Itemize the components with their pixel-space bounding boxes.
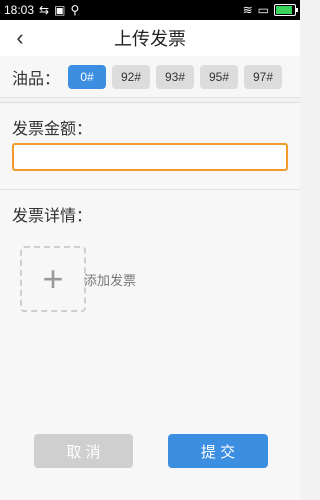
submit-button[interactable]: 提 交 bbox=[168, 434, 268, 468]
status-left: 18:03 ⇆ ▣ ⚲ bbox=[4, 3, 79, 17]
add-invoice-label: 添加发票 bbox=[84, 273, 137, 288]
add-invoice-button[interactable]: + bbox=[20, 246, 86, 312]
cancel-button[interactable]: 取 消 bbox=[34, 434, 133, 468]
grade-93[interactable]: 93# bbox=[156, 64, 195, 89]
oil-label: 油品： bbox=[12, 70, 61, 88]
status-bar: 18:03 ⇆ ▣ ⚲ ≋ ▭ bbox=[0, 0, 300, 20]
image-icon: ▣ bbox=[54, 3, 66, 17]
sim-icon: ▭ bbox=[257, 3, 269, 17]
grade-0[interactable]: 0# bbox=[68, 64, 107, 89]
app-header: ‹ 上传发票 bbox=[0, 20, 300, 57]
usb-icon: ⇆ bbox=[39, 3, 50, 17]
oil-selection: 油品： 0# 92# 93# 95# 97# bbox=[0, 56, 300, 98]
details-label: 发票详情： bbox=[12, 208, 93, 225]
status-right: ≋ ▭ bbox=[242, 3, 298, 17]
amount-section: 发票金额： bbox=[0, 102, 300, 190]
plus-icon: + bbox=[42, 258, 64, 299]
wifi-icon: ≋ bbox=[242, 3, 253, 17]
grade-92[interactable]: 92# bbox=[112, 64, 151, 89]
battery-icon bbox=[274, 4, 298, 16]
page-title: 上传发票 bbox=[114, 29, 186, 49]
grade-97[interactable]: 97# bbox=[244, 64, 283, 89]
status-time: 18:03 bbox=[4, 3, 35, 17]
share-icon: ⚲ bbox=[70, 3, 80, 17]
amount-input[interactable] bbox=[12, 143, 288, 171]
grade-95[interactable]: 95# bbox=[200, 64, 239, 89]
amount-label: 发票金额： bbox=[12, 121, 93, 138]
back-icon[interactable]: ‹ bbox=[8, 24, 32, 52]
